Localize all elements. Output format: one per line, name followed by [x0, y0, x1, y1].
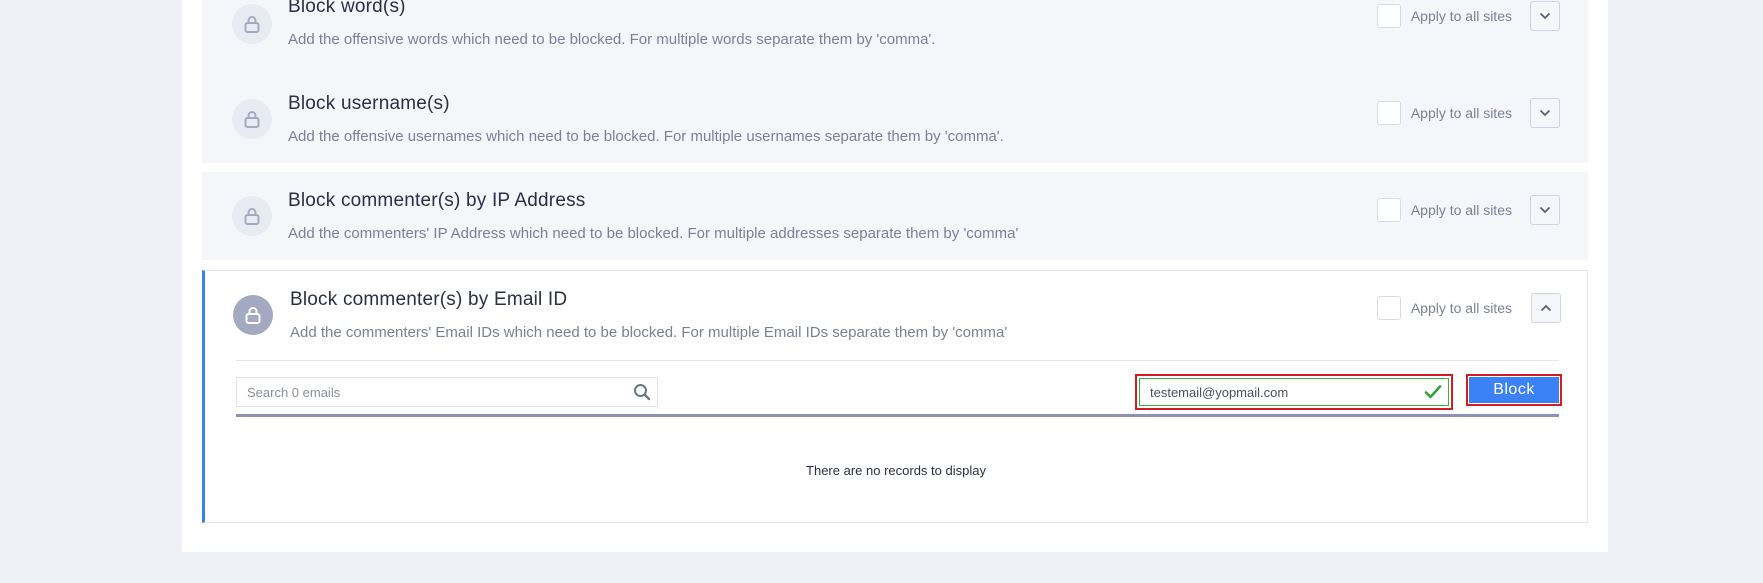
section-block-usernames: Block username(s) Add the offensive user…: [202, 75, 1588, 163]
block-button-label: Block: [1469, 377, 1559, 403]
apply-all-label: Apply to all sites: [1410, 8, 1512, 24]
section-divider: [236, 360, 1559, 361]
email-input-wrapper: [1139, 378, 1449, 406]
apply-to-all-sites: Apply to all sites: [1376, 198, 1512, 222]
lock-icon: [232, 4, 272, 44]
expand-toggle-button[interactable]: [1530, 195, 1560, 225]
apply-all-checkbox[interactable]: [1376, 4, 1401, 28]
apply-all-checkbox[interactable]: [1376, 101, 1401, 125]
section-title: Block commenter(s) by Email ID: [290, 289, 568, 310]
search-icon[interactable]: [633, 383, 651, 401]
email-search-input[interactable]: [237, 378, 617, 406]
email-input-highlight: [1135, 374, 1453, 410]
section-block-ip: Block commenter(s) by IP Address Add the…: [202, 172, 1588, 260]
chevron-down-icon: [1539, 12, 1551, 20]
lock-icon: [233, 295, 273, 335]
block-button[interactable]: Block: [1466, 374, 1562, 406]
apply-all-label: Apply to all sites: [1410, 105, 1512, 121]
apply-to-all-sites: Apply to all sites: [1376, 101, 1512, 125]
lock-icon: [232, 99, 272, 139]
section-description: Add the commenters' IP Address which nee…: [288, 225, 1019, 242]
empty-records-message: There are no records to display: [806, 463, 986, 478]
email-input[interactable]: [1140, 379, 1410, 405]
records-table-header: [236, 414, 1559, 417]
chevron-down-icon: [1539, 109, 1551, 117]
apply-all-label: Apply to all sites: [1410, 300, 1512, 316]
section-description: Add the offensive usernames which need t…: [288, 128, 1004, 145]
section-title: Block word(s): [288, 0, 406, 17]
apply-to-all-sites: Apply to all sites: [1376, 296, 1512, 320]
chevron-up-icon: [1540, 304, 1552, 312]
apply-all-checkbox[interactable]: [1376, 296, 1401, 320]
collapse-toggle-button[interactable]: [1531, 293, 1561, 323]
apply-all-checkbox[interactable]: [1376, 198, 1401, 222]
apply-to-all-sites: Apply to all sites: [1376, 4, 1512, 28]
apply-all-label: Apply to all sites: [1410, 202, 1512, 218]
section-title: Block username(s): [288, 93, 450, 114]
expand-toggle-button[interactable]: [1530, 1, 1560, 31]
section-description: Add the offensive words which need to be…: [288, 31, 936, 48]
email-search-box: [236, 377, 658, 407]
section-description: Add the commenters' Email IDs which need…: [290, 324, 1008, 341]
section-block-words: Block word(s) Add the offensive words wh…: [202, 0, 1588, 78]
check-icon: [1424, 385, 1442, 399]
section-title: Block commenter(s) by IP Address: [288, 190, 586, 211]
lock-icon: [232, 196, 272, 236]
expand-toggle-button[interactable]: [1530, 98, 1560, 128]
chevron-down-icon: [1539, 206, 1551, 214]
section-block-email: Block commenter(s) by Email ID Add the c…: [202, 270, 1588, 523]
